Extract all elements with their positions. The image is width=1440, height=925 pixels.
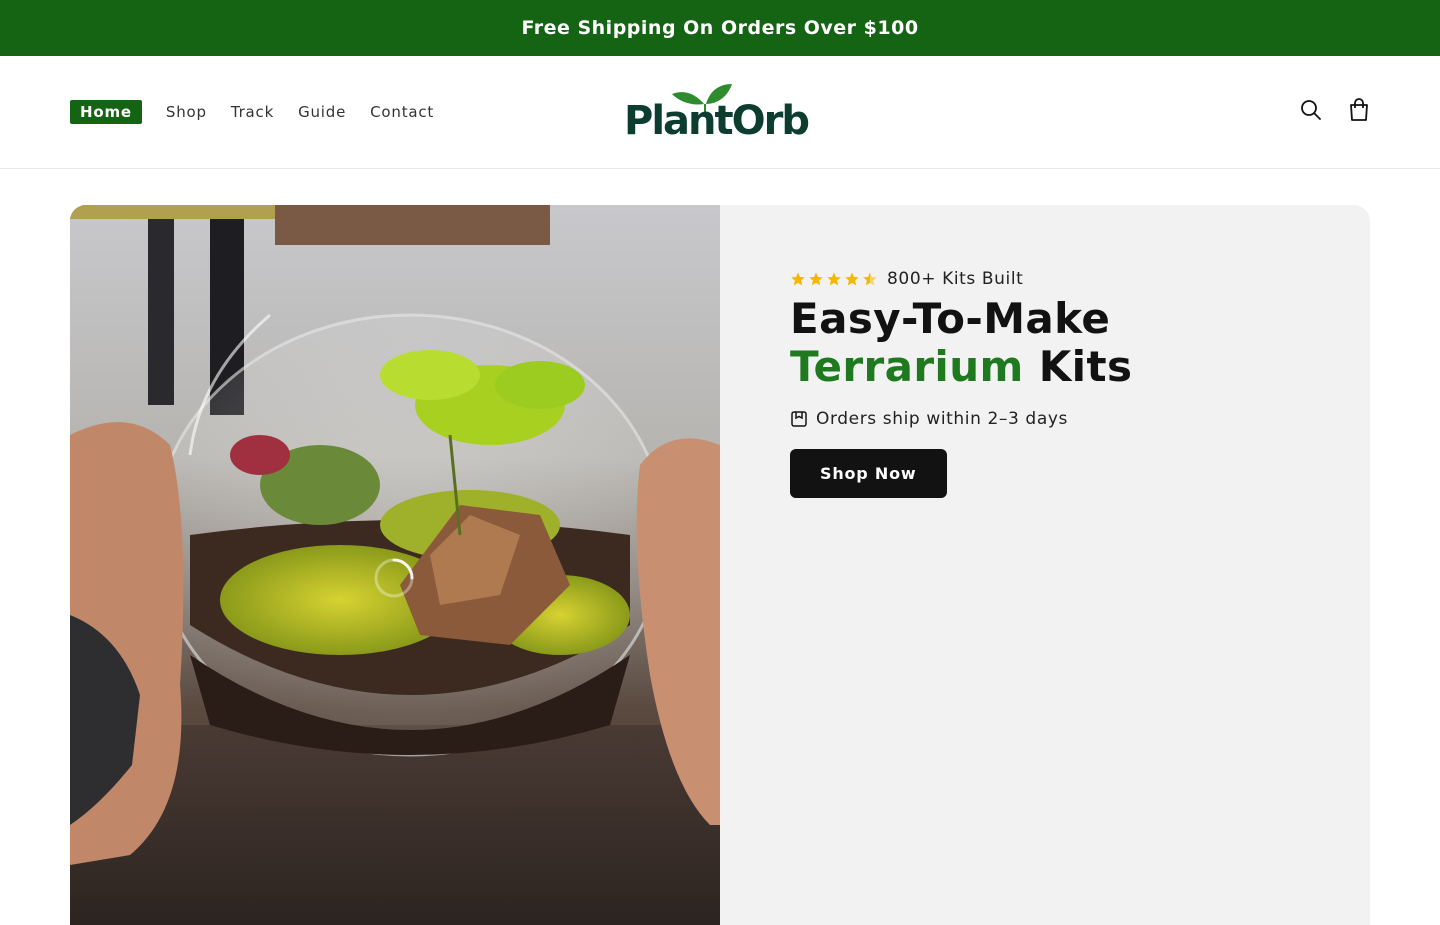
package-icon bbox=[791, 411, 807, 427]
site-logo[interactable]: PlantOrb bbox=[624, 82, 810, 144]
shipping-note: Orders ship within 2–3 days bbox=[790, 409, 1300, 429]
nav-item-home[interactable]: Home bbox=[70, 100, 142, 124]
site-header: Home Shop Track Guide Contact PlantOrb bbox=[0, 56, 1440, 169]
svg-text:PlantOrb: PlantOrb bbox=[624, 98, 808, 140]
main-nav: Home Shop Track Guide Contact bbox=[70, 100, 434, 124]
plantorb-logo-icon: PlantOrb bbox=[624, 84, 810, 144]
headline-rest: Kits bbox=[1038, 342, 1133, 391]
star-rating bbox=[790, 271, 878, 287]
nav-item-contact[interactable]: Contact bbox=[370, 103, 434, 121]
announcement-text: Free Shipping On Orders Over $100 bbox=[521, 17, 919, 39]
cart-icon[interactable] bbox=[1348, 98, 1370, 122]
shipping-text: Orders ship within 2–3 days bbox=[816, 409, 1068, 429]
loading-spinner-icon bbox=[374, 558, 414, 598]
hero-video[interactable] bbox=[70, 205, 720, 925]
rating-text: 800+ Kits Built bbox=[887, 269, 1024, 289]
header-actions bbox=[1300, 98, 1370, 122]
hero-section: 800+ Kits Built Easy-To-Make Terrarium K… bbox=[70, 205, 1370, 925]
star-icon bbox=[827, 272, 841, 286]
nav-item-track[interactable]: Track bbox=[231, 103, 274, 121]
search-icon[interactable] bbox=[1300, 99, 1322, 121]
hero-content: 800+ Kits Built Easy-To-Make Terrarium K… bbox=[720, 205, 1370, 925]
shop-now-button[interactable]: Shop Now bbox=[790, 449, 947, 498]
hero-headline: Easy-To-Make Terrarium Kits bbox=[790, 295, 1300, 391]
nav-item-shop[interactable]: Shop bbox=[166, 103, 207, 121]
announcement-bar: Free Shipping On Orders Over $100 bbox=[0, 0, 1440, 56]
star-icon bbox=[791, 272, 805, 286]
star-icon bbox=[845, 272, 859, 286]
rating-row: 800+ Kits Built bbox=[790, 269, 1300, 289]
star-icon bbox=[809, 272, 823, 286]
star-half-icon bbox=[863, 272, 877, 286]
headline-accent: Terrarium bbox=[790, 342, 1024, 391]
headline-line1: Easy-To-Make bbox=[790, 294, 1111, 343]
nav-item-guide[interactable]: Guide bbox=[298, 103, 346, 121]
